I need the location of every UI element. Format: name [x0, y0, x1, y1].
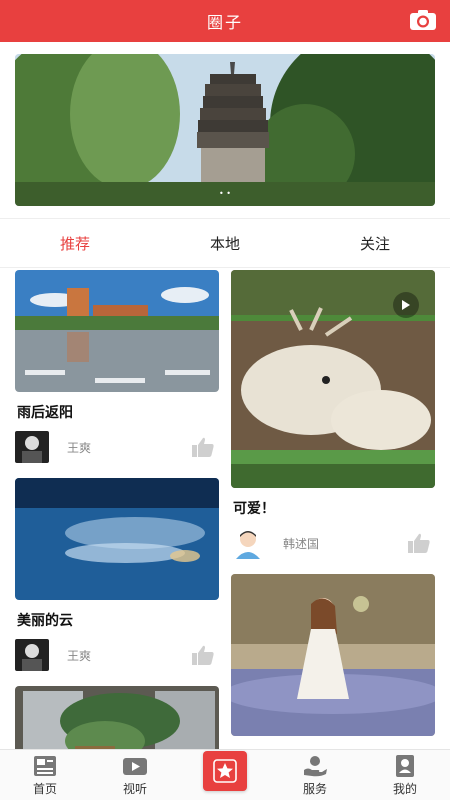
author-row: 王爽 [15, 638, 219, 672]
bottom-nav: 首页 视听 服务 我的 [0, 749, 450, 800]
nav-label: 视听 [122, 782, 147, 796]
play-icon[interactable] [393, 292, 419, 318]
cloud-sky-photo [15, 478, 219, 600]
feed-card[interactable]: 美丽的云 王爽 [15, 478, 219, 672]
deer-video [231, 270, 435, 488]
carousel-indicator: • • [219, 189, 231, 198]
nav-profile[interactable]: 我的 [360, 750, 450, 800]
nav-home[interactable]: 首页 [0, 750, 90, 800]
feed-column-right: 可爱！ 韩述国 [231, 270, 435, 750]
nav-label: 服务 [302, 782, 327, 796]
avatar[interactable] [15, 639, 49, 671]
author-name[interactable]: 王爽 [67, 439, 91, 456]
nav-label: 我的 [392, 782, 417, 796]
profile-icon [396, 755, 414, 777]
pagoda-photo [15, 54, 435, 206]
page-title: 圈子 [206, 13, 243, 32]
rainy-street-photo [15, 270, 219, 392]
author-name[interactable]: 韩述国 [283, 535, 319, 552]
avatar[interactable] [231, 527, 265, 559]
card-title: 美丽的云 [17, 613, 73, 629]
feed-card[interactable] [231, 574, 435, 736]
thumbs-up-icon[interactable] [191, 436, 215, 458]
app-header: 圈子 [0, 0, 450, 42]
star-icon [213, 759, 237, 783]
star-button[interactable] [203, 751, 247, 791]
card-title: 可爱！ [233, 501, 275, 517]
service-icon [304, 756, 327, 777]
tab-local[interactable]: 本地 [150, 219, 300, 267]
author-row: 韩述国 [231, 526, 435, 560]
camera-button[interactable] [408, 8, 438, 32]
girl-flower-field-photo [231, 574, 435, 736]
feed-card[interactable]: 雨后返阳 王爽 [15, 270, 219, 464]
card-title: 雨后返阳 [17, 405, 73, 421]
avatar[interactable] [15, 431, 49, 463]
author-name[interactable]: 王爽 [67, 647, 91, 664]
video-icon [123, 758, 147, 775]
nav-media[interactable]: 视听 [90, 750, 180, 800]
feed-card[interactable]: 可爱！ 韩述国 [231, 270, 435, 560]
thumbs-up-icon[interactable] [191, 644, 215, 666]
nav-circle[interactable] [180, 750, 270, 800]
tab-following[interactable]: 关注 [300, 219, 450, 267]
category-tabs: 推荐 本地 关注 [0, 218, 450, 268]
thumbs-up-icon[interactable] [407, 532, 431, 554]
nav-service[interactable]: 服务 [270, 750, 360, 800]
feed-column-left: 雨后返阳 王爽 美丽的云 王爽 [15, 270, 219, 790]
news-icon [34, 756, 56, 776]
author-row: 王爽 [15, 430, 219, 464]
tab-recommend[interactable]: 推荐 [0, 219, 150, 267]
nav-label: 首页 [32, 782, 57, 796]
camera-icon [410, 10, 436, 30]
banner-carousel[interactable]: • • [15, 54, 435, 206]
